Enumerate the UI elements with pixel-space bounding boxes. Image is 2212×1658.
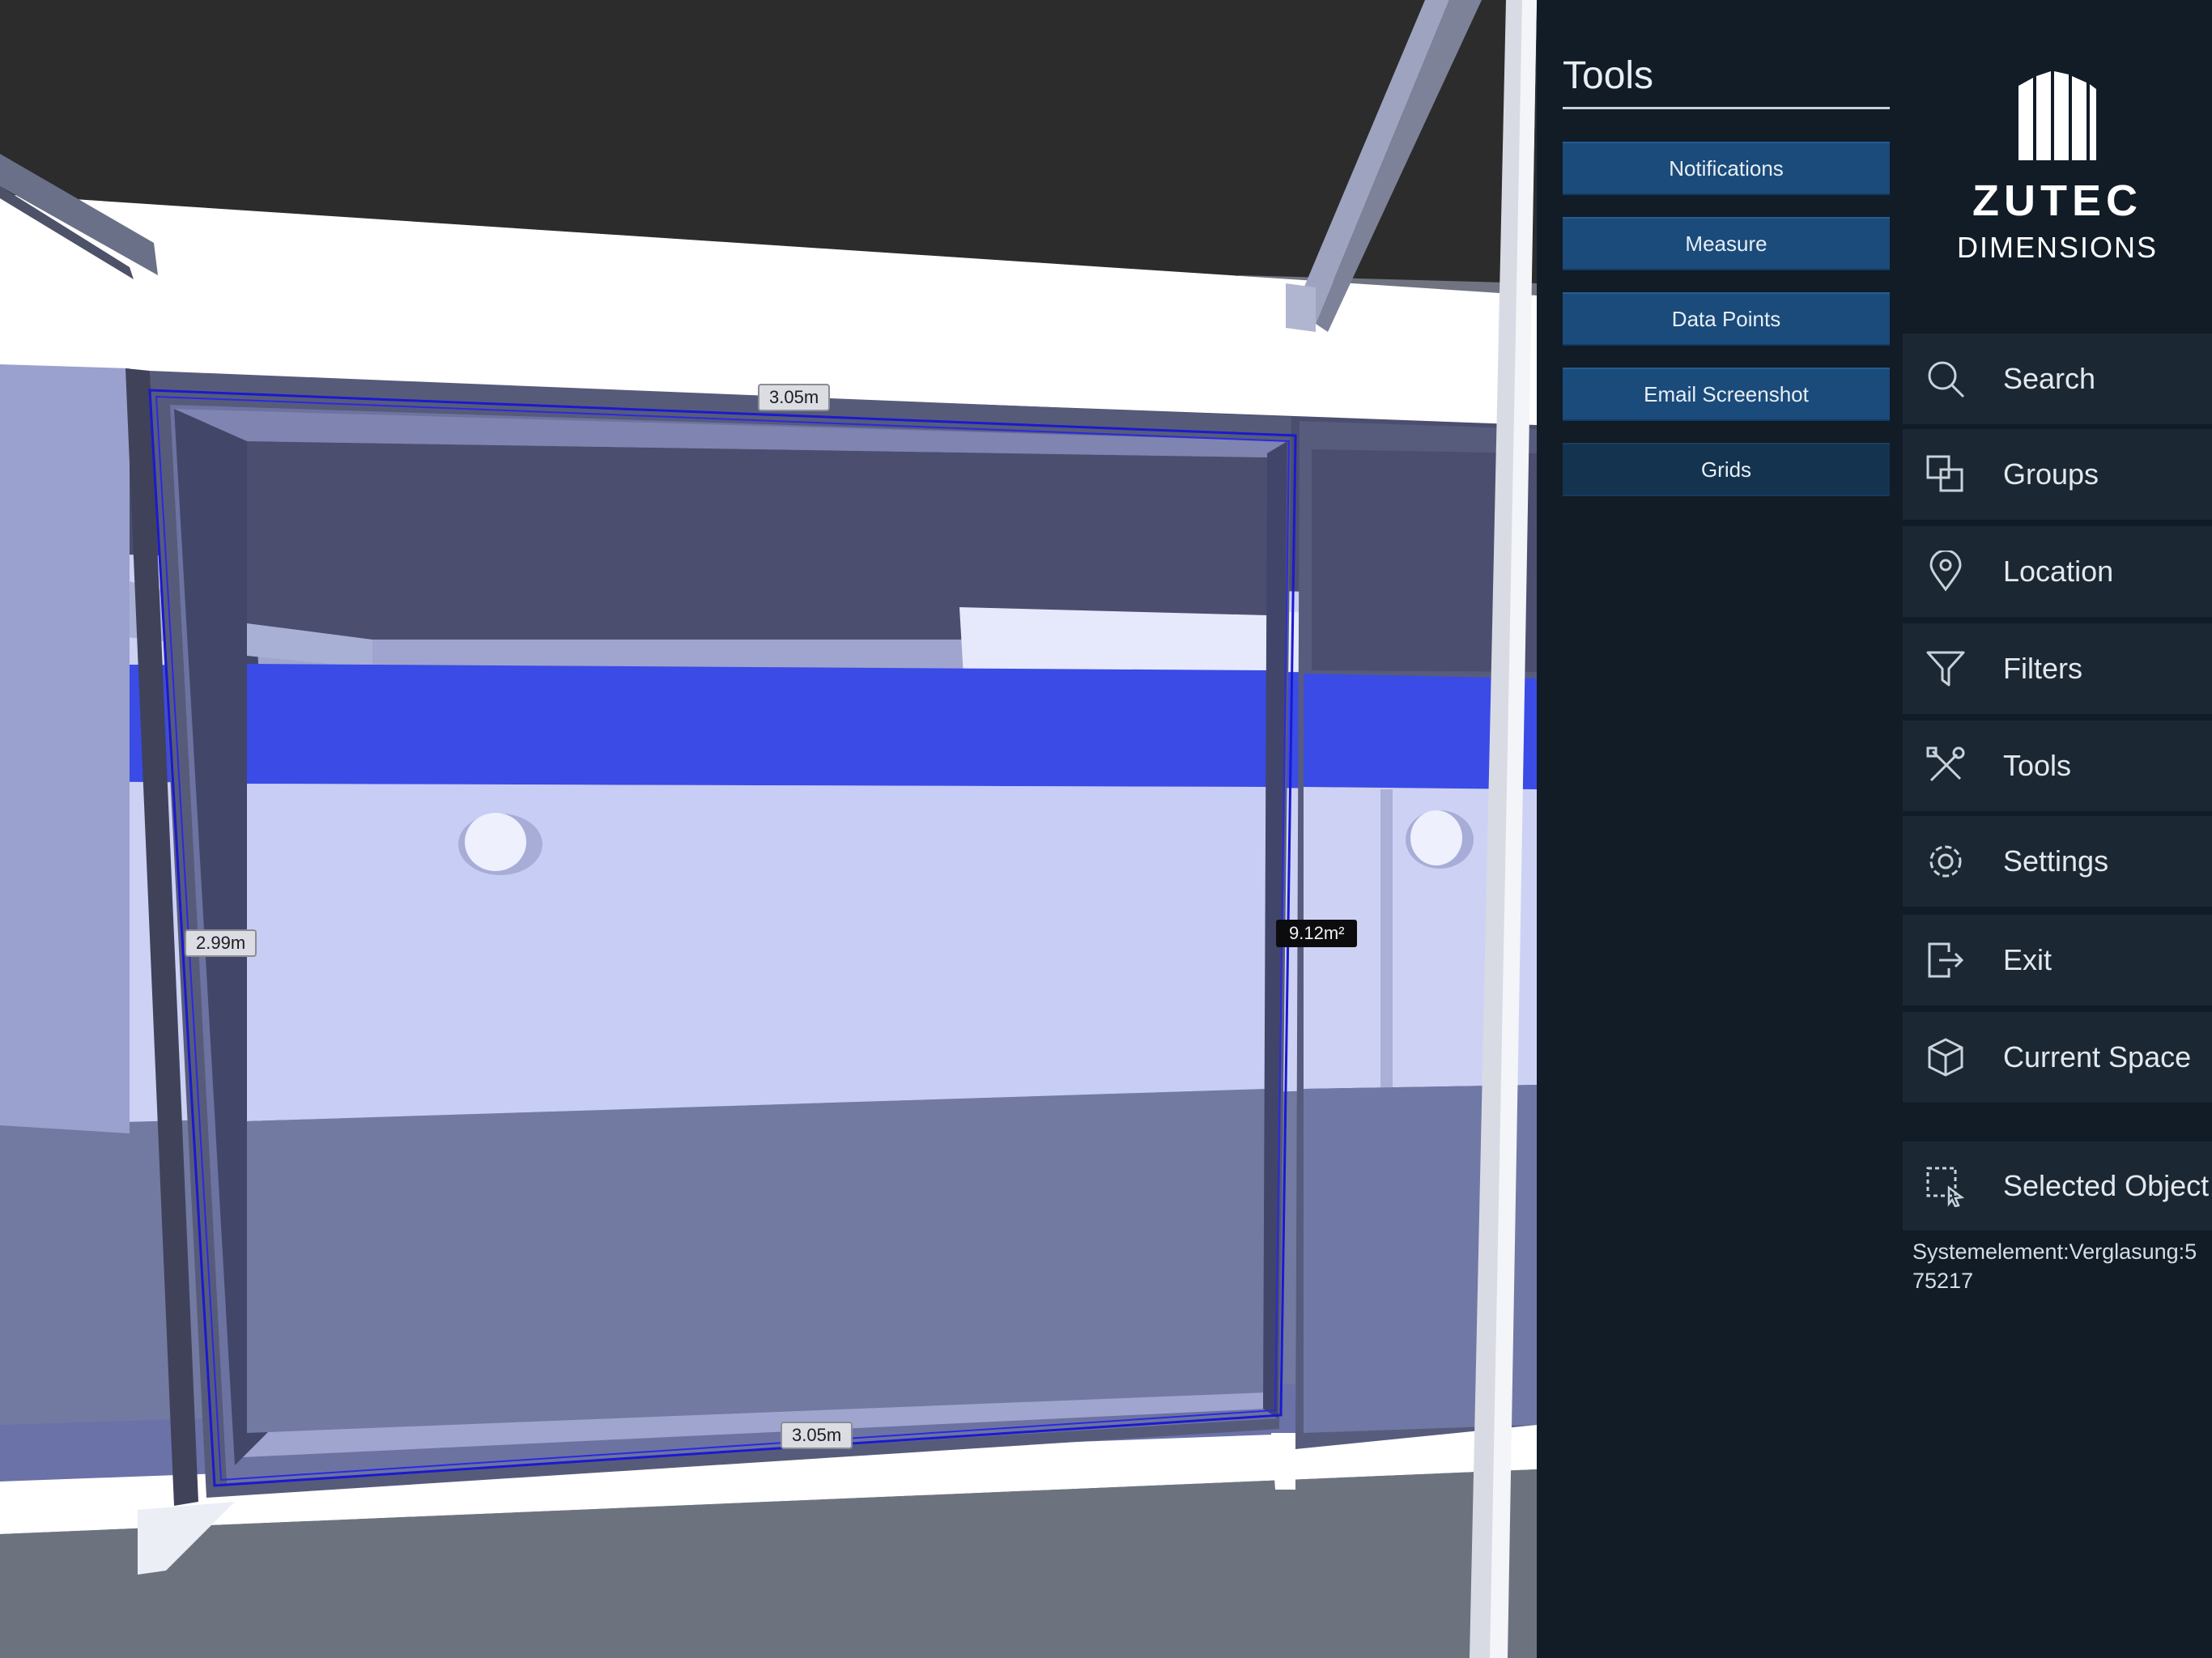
logo-brand: ZUTEC <box>1972 176 2142 225</box>
sprinkler-head <box>1410 810 1462 865</box>
gear-icon <box>1922 838 1969 885</box>
nav-label-groups: Groups <box>2003 457 2099 491</box>
nav-item-search[interactable]: Search <box>1903 334 2212 424</box>
tools-popout-title: Tools <box>1563 50 1890 109</box>
nav-label-selected-object: Selected Object <box>2003 1169 2210 1202</box>
window-beam-blue <box>247 664 1267 787</box>
selection-cursor-icon <box>1922 1163 1969 1209</box>
right-window-strip <box>1380 789 1393 1089</box>
nav-label-current-space: Current Space <box>2003 1040 2192 1073</box>
nav-item-current-space[interactable]: Current Space <box>1903 1012 2212 1103</box>
zutec-logo: ZUTEC DIMENSIONS <box>1903 71 2212 266</box>
right-panel: Tools Notifications Measure Data Points … <box>1537 0 2212 1658</box>
nav-item-exit[interactable]: Exit <box>1903 915 2212 1005</box>
nav-label-settings: Settings <box>2003 844 2109 878</box>
top-width-label: 3.05m <box>758 384 831 411</box>
window-lower-band <box>247 1089 1267 1433</box>
nav-label-filters: Filters <box>2003 652 2082 685</box>
exit-icon <box>1922 937 1969 984</box>
groups-icon <box>1922 451 1969 498</box>
model-scene[interactable] <box>0 0 1537 1658</box>
window-upper-dark <box>247 441 1267 640</box>
notifications-button[interactable]: Notifications <box>1563 142 1890 195</box>
3d-viewport[interactable]: 3.05m 2.99m 3.05m 9.12m² <box>0 0 1537 1658</box>
buildings-logo-icon <box>2018 71 2096 160</box>
data-points-button[interactable]: Data Points <box>1563 292 1890 346</box>
grids-button[interactable]: Grids <box>1563 443 1890 496</box>
nav-label-exit: Exit <box>2003 943 2052 976</box>
nav-label-tools: Tools <box>2003 749 2072 782</box>
nav-item-selected-object[interactable]: Selected Object <box>1903 1141 2212 1231</box>
nav-item-settings[interactable]: Settings <box>1903 816 2212 907</box>
nav-label-search: Search <box>2003 362 2096 395</box>
area-label: 9.12m² <box>1276 920 1358 947</box>
nav-item-tools[interactable]: Tools <box>1903 721 2212 811</box>
nav-item-location[interactable]: Location <box>1903 526 2212 617</box>
bottom-width-label: 3.05m <box>781 1422 853 1449</box>
left-wall-panel <box>0 364 130 1133</box>
sprinkler-head <box>465 813 526 871</box>
tools-icon <box>1922 742 1969 789</box>
window-upper-white <box>959 607 1267 676</box>
tools-popout: Tools Notifications Measure Data Points … <box>1563 0 1890 496</box>
cube-icon <box>1922 1034 1969 1081</box>
measure-button[interactable]: Measure <box>1563 217 1890 270</box>
email-screenshot-button[interactable]: Email Screenshot <box>1563 368 1890 421</box>
search-icon <box>1922 355 1969 402</box>
location-pin-icon <box>1922 548 1969 595</box>
floor-bracket <box>1271 1433 1295 1490</box>
nav-label-location: Location <box>2003 555 2114 588</box>
window-light-area <box>247 784 1267 1121</box>
height-label: 2.99m <box>185 929 257 957</box>
filter-icon <box>1922 645 1969 692</box>
logo-product: DIMENSIONS <box>1956 231 2159 264</box>
nav-item-filters[interactable]: Filters <box>1903 623 2212 714</box>
roof-brace-end <box>1286 283 1316 332</box>
selected-object-value: Systemelement:Verglasung:575217 <box>1912 1239 2197 1293</box>
nav-item-groups[interactable]: Groups <box>1903 429 2212 520</box>
